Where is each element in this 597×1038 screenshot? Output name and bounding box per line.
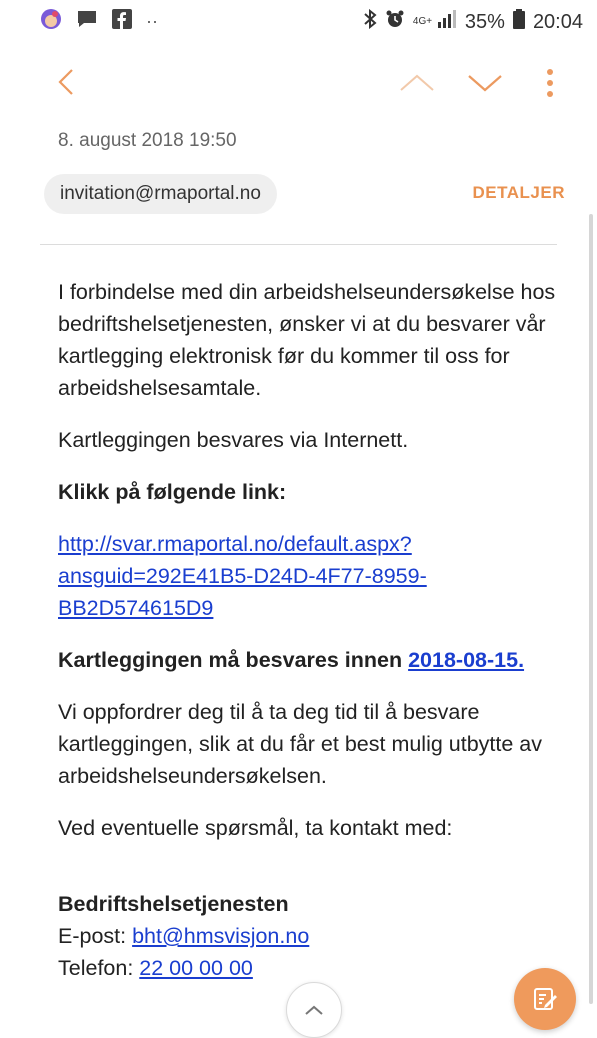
previous-email-button[interactable] xyxy=(397,68,437,98)
more-options-button[interactable] xyxy=(540,66,560,102)
deadline-date-link[interactable]: 2018-08-15. xyxy=(408,648,524,672)
body-paragraph-contact: Ved eventuelle spørsmål, ta kontakt med: xyxy=(58,816,453,840)
body-paragraph-intro: I forbindelse med din arbeidshelseunders… xyxy=(58,280,556,400)
contact-phone-link[interactable]: 22 00 00 00 xyxy=(139,956,253,980)
signal-icon xyxy=(437,10,457,34)
details-button[interactable]: DETALJER xyxy=(473,183,565,203)
bluetooth-icon xyxy=(363,8,377,35)
scroll-top-icon xyxy=(305,1005,323,1015)
body-paragraph-internet: Kartleggingen besvares via Internett. xyxy=(58,428,409,452)
contact-email-link[interactable]: bht@hmsvisjon.no xyxy=(132,924,309,948)
bitmoji-icon xyxy=(40,8,62,35)
notification-icons: ·· xyxy=(40,8,158,35)
contact-email-line: E-post: bht@hmsvisjon.no xyxy=(58,920,578,952)
more-icon xyxy=(547,69,553,97)
contact-email-label: E-post: xyxy=(58,924,133,948)
clock: 20:04 xyxy=(532,10,583,33)
deadline-text: Kartleggingen må besvares innen xyxy=(58,648,409,672)
status-bar: ·· 4G+ 35% 20:04 xyxy=(0,0,597,40)
more-notifications: ·· xyxy=(146,11,158,31)
survey-link-line-3[interactable]: BB2D574615D9 xyxy=(58,596,213,620)
scroll-to-top-button[interactable] xyxy=(286,982,342,1038)
deadline-paragraph: Kartleggingen må besvares innen 2018-08-… xyxy=(58,644,578,676)
previous-icon xyxy=(400,74,434,91)
system-icons: 4G+ 35% 20:04 xyxy=(363,8,583,35)
network-type: 4G+ xyxy=(412,16,433,27)
facebook-icon xyxy=(112,9,132,34)
email-body: I forbindelse med din arbeidshelseunders… xyxy=(58,276,578,984)
contact-phone-line: Telefon: 22 00 00 00 xyxy=(58,952,578,984)
sender-chip[interactable]: invitation@rmaportal.no xyxy=(44,174,277,214)
battery-percent: 35% xyxy=(464,10,505,33)
app-bar xyxy=(0,40,597,130)
battery-icon xyxy=(512,9,525,35)
back-icon xyxy=(58,69,73,95)
divider xyxy=(40,244,557,245)
survey-link-line-2[interactable]: ansguid=292E41B5-D24D-4F77-8959- xyxy=(58,564,427,588)
link-heading: Klikk på følgende link: xyxy=(58,480,287,504)
next-email-button[interactable] xyxy=(465,68,505,98)
contact-phone-label: Telefon: xyxy=(58,956,140,980)
survey-link-line-1[interactable]: http://svar.rmaportal.no/default.aspx? xyxy=(58,532,412,556)
survey-link[interactable]: http://svar.rmaportal.no/default.aspx? a… xyxy=(58,528,578,624)
compose-icon xyxy=(534,988,557,1010)
compose-button[interactable] xyxy=(514,968,576,1030)
scrollbar[interactable] xyxy=(589,214,593,1004)
next-icon xyxy=(468,75,502,92)
contact-org: Bedriftshelsetjenesten xyxy=(58,892,289,916)
alarm-icon xyxy=(385,9,405,35)
back-button[interactable] xyxy=(50,62,80,102)
message-icon xyxy=(76,9,98,34)
email-date: 8. august 2018 19:50 xyxy=(58,130,237,151)
body-paragraph-encourage: Vi oppfordrer deg til å ta deg tid til å… xyxy=(58,700,543,788)
